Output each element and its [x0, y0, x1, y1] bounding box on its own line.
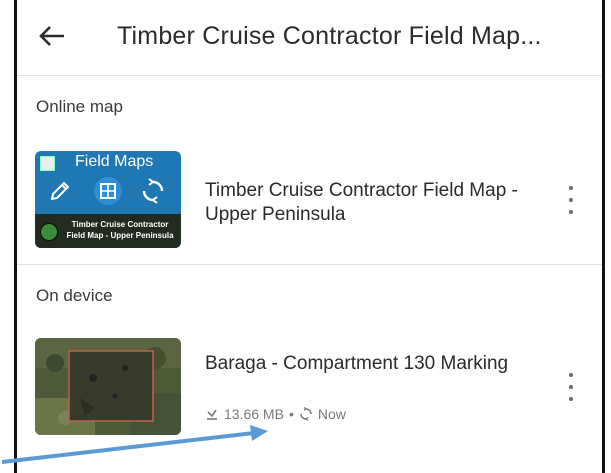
annotation-arrow-icon: [1, 425, 268, 464]
